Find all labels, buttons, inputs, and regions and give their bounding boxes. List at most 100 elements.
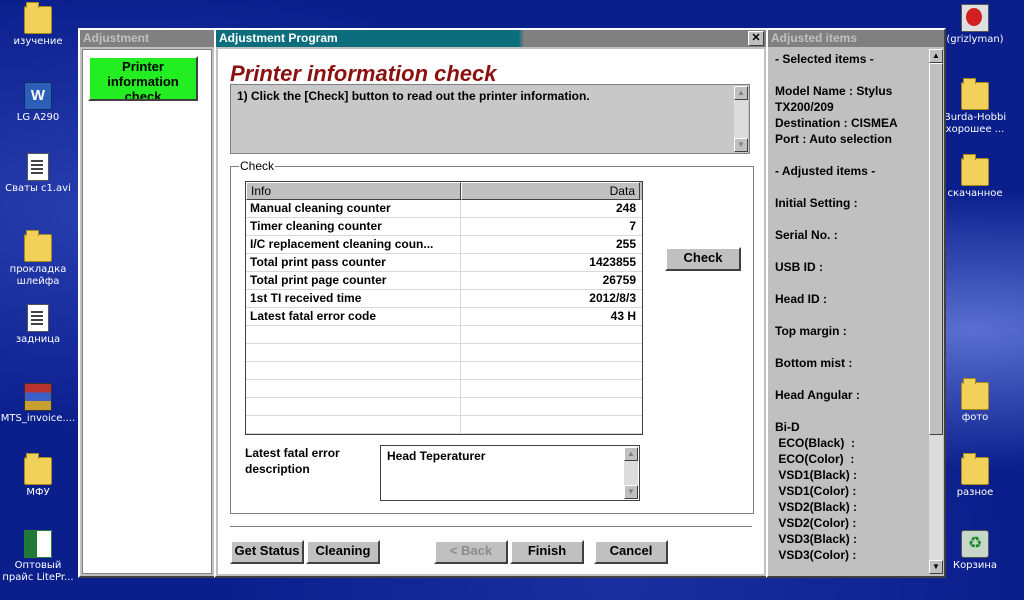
table-row[interactable] — [246, 398, 642, 416]
desktop-icon-prokladka[interactable]: прокладка шлейфа — [0, 230, 76, 288]
adjusted-item-line: VSD2(Color) : — [775, 516, 857, 530]
cancel-button[interactable]: Cancel — [594, 540, 668, 564]
desktop-icon-label: прокладка шлейфа — [9, 264, 67, 287]
table-row[interactable]: Manual cleaning counter 248 — [246, 200, 642, 218]
adjusted-items-scrollbar[interactable]: ▲ ▼ — [929, 49, 943, 574]
document-icon — [27, 304, 49, 332]
folder-icon — [24, 2, 52, 34]
desktop-icon-skachannoe[interactable]: скачанное — [937, 154, 1013, 200]
adjusted-item-line: Model Name : Stylus — [775, 84, 893, 98]
recycle-bin-icon — [961, 530, 989, 558]
table-row[interactable] — [246, 326, 642, 344]
adjusted-item-line — [775, 243, 923, 259]
instruction-text: 1) Click the [Check] button to read out … — [237, 89, 590, 103]
adjusted-items-panel: Adjusted items - Selected items - Model N… — [766, 28, 946, 578]
table-row[interactable]: 1st TI received time 2012/8/3 — [246, 290, 642, 308]
table-cell-info — [246, 380, 461, 397]
table-row[interactable] — [246, 344, 642, 362]
table-cell-data — [461, 398, 640, 415]
folder-icon — [24, 230, 52, 262]
error-description-label: Latest fatal error description — [245, 446, 340, 476]
table-row[interactable] — [246, 416, 642, 434]
desktop-icon-label: Burda-Hobbi хорошее ... — [943, 112, 1007, 135]
adjusted-item-line — [775, 67, 923, 83]
check-button[interactable]: Check — [665, 247, 741, 271]
table-row[interactable] — [246, 362, 642, 380]
desktop-icon-mts-invoice[interactable]: MTS_invoice.... — [0, 383, 76, 425]
desktop-icon-label: Корзина — [952, 560, 998, 571]
close-button[interactable]: ✕ — [748, 31, 764, 46]
adjusted-item-line — [775, 307, 923, 323]
scroll-up-arrow-icon[interactable]: ▲ — [624, 447, 638, 461]
adjusted-item-line — [775, 211, 923, 227]
adjusted-item-line: Port : Auto selection — [775, 132, 892, 146]
table-cell-data: 2012/8/3 — [589, 291, 636, 305]
back-button[interactable]: < Back — [434, 540, 508, 564]
adjusted-item-line: VSD2(Black) : — [775, 500, 858, 514]
finish-button[interactable]: Finish — [510, 540, 584, 564]
table-row[interactable]: Timer cleaning counter 7 — [246, 218, 642, 236]
check-group: Check Info Data Manual cleaning counter 2… — [230, 159, 754, 514]
desktop-icon-raznoe[interactable]: разное — [937, 453, 1013, 499]
table-cell-info: I/C replacement cleaning coun... — [246, 236, 461, 253]
folder-icon — [961, 378, 989, 410]
desktop-icon-foto[interactable]: фото — [937, 378, 1013, 424]
desktop-icon-label: MTS_invoice.... — [0, 413, 76, 424]
adjustment-panel-title: Adjustment — [80, 30, 214, 47]
cleaning-button[interactable]: Cleaning — [306, 540, 380, 564]
table-cell-info: 1st TI received time — [246, 290, 461, 307]
adjusted-item-line — [775, 147, 923, 163]
table-row[interactable]: I/C replacement cleaning coun... 255 — [246, 236, 642, 254]
table-cell-data: 43 H — [610, 309, 636, 323]
word-doc-icon: W — [24, 82, 52, 110]
instruction-scrollbar[interactable]: ▲ ▼ — [734, 86, 748, 152]
desktop-icon-burda[interactable]: Burda-Hobbi хорошее ... — [937, 78, 1013, 136]
error-description-scrollbar[interactable]: ▲ ▼ — [624, 447, 638, 499]
table-row[interactable]: Latest fatal error code 43 H — [246, 308, 642, 326]
desktop-icon-label: Оптовый прайс LitePr... — [2, 560, 74, 583]
table-cell-info: Manual cleaning counter — [246, 200, 461, 217]
get-status-button[interactable]: Get Status — [230, 540, 304, 564]
adjusted-item-line — [775, 339, 923, 355]
scroll-down-arrow-icon[interactable]: ▼ — [624, 485, 638, 499]
scroll-up-arrow-icon[interactable]: ▲ — [929, 49, 943, 63]
desktop-icon-mfu[interactable]: МФУ — [0, 453, 76, 499]
table-cell-data — [461, 416, 640, 433]
desktop-icon-svaty[interactable]: Сваты с1.avi — [0, 153, 76, 195]
desktop-icon-izuchenie[interactable]: изучение — [0, 2, 76, 48]
desktop-icon-optovy-prais[interactable]: Оптовый прайс LitePr... — [0, 530, 76, 584]
desktop-icon-zadnitsa[interactable]: задница — [0, 304, 76, 346]
table-cell-info — [246, 416, 461, 433]
table-cell-data — [461, 326, 640, 343]
table-cell-info — [246, 326, 461, 343]
scroll-up-arrow-icon[interactable]: ▲ — [734, 86, 748, 100]
adjusted-item-line: TX200/209 — [775, 100, 834, 114]
table-row[interactable]: Total print page counter 26759 — [246, 272, 642, 290]
desktop-icon-label: МФУ — [26, 487, 50, 498]
rar-archive-icon — [24, 383, 52, 411]
adjusted-item-line: Destination : CISMEA — [775, 116, 898, 130]
desktop-icon-grizlyman[interactable]: (grizlyman) — [937, 4, 1013, 46]
folder-icon — [961, 154, 989, 186]
table-cell-info: Latest fatal error code — [246, 308, 461, 325]
error-description-field: Head Teperaturer ▲ ▼ — [380, 445, 640, 501]
adjusted-item-line — [775, 179, 923, 195]
column-header-data[interactable]: Data — [461, 182, 640, 200]
table-cell-data — [461, 344, 640, 361]
adjusted-item-line: ECO(Color) : — [775, 452, 855, 466]
table-cell-data: 7 — [629, 219, 636, 233]
table-cell-data: 248 — [615, 201, 636, 215]
scroll-down-arrow-icon[interactable]: ▼ — [929, 560, 943, 574]
column-header-info[interactable]: Info — [246, 182, 461, 200]
table-row[interactable] — [246, 380, 642, 398]
desktop-icon-label: скачанное — [947, 188, 1003, 199]
desktop-icon-lg-a290[interactable]: W LG A290 — [0, 82, 76, 124]
scroll-down-arrow-icon[interactable]: ▼ — [734, 138, 748, 152]
scrollbar-thumb[interactable] — [929, 63, 943, 435]
desktop-icon-korzina[interactable]: Корзина — [937, 530, 1013, 572]
table-cell-data: 1423855 — [589, 255, 636, 269]
adjustment-program-window: Adjustment Program ✕ Printer information… — [214, 28, 768, 578]
printer-information-check-item[interactable]: Printer information check — [88, 56, 198, 101]
table-row[interactable]: Total print pass counter 1423855 — [246, 254, 642, 272]
adjusted-items-title: Adjusted items — [768, 30, 944, 47]
